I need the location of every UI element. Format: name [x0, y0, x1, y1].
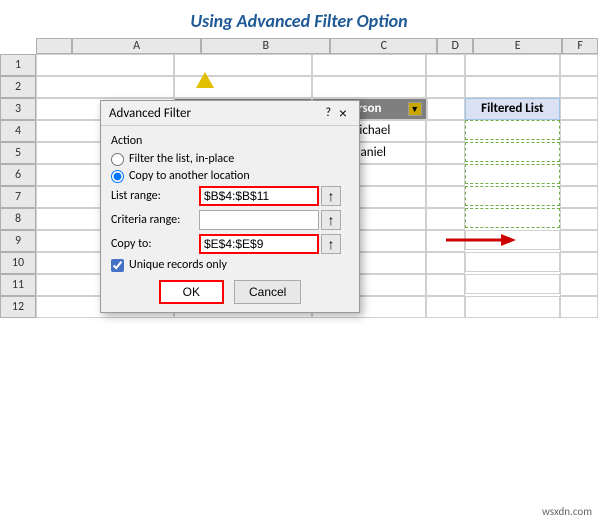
- row-num-4: 4: [0, 120, 36, 142]
- copy-to-label: Copy to:: [111, 237, 199, 251]
- cell-2e: [465, 76, 560, 98]
- cancel-button[interactable]: Cancel: [234, 280, 301, 304]
- list-range-label: List range:: [111, 189, 199, 203]
- col-header-empty: [36, 38, 72, 54]
- cell-10d: [426, 252, 464, 274]
- list-range-input[interactable]: [199, 186, 319, 206]
- list-range-row: List range: ↑: [111, 186, 349, 206]
- dialog-buttons: OK Cancel: [111, 280, 349, 304]
- row-num-2: 2: [0, 76, 36, 98]
- cell-5d: [426, 142, 464, 164]
- unique-records-checkbox[interactable]: [111, 259, 124, 272]
- cell-6e-filtered-empty: [465, 164, 560, 184]
- arrow-right-filtered: [446, 230, 516, 254]
- dialog-body: Action Filter the list, in-place Copy to…: [101, 126, 359, 312]
- cell-11e: [465, 274, 560, 294]
- cell-12d: [426, 296, 464, 318]
- criteria-range-picker[interactable]: ↑: [321, 210, 341, 230]
- radio-copy-location[interactable]: [111, 170, 124, 183]
- cell-6d: [426, 164, 464, 186]
- cell-5e-filtered-empty: [465, 142, 560, 162]
- cell-2d: [426, 76, 464, 98]
- cell-8e-filtered-empty: [465, 208, 560, 228]
- filter-arrow-salesperson[interactable]: ▼: [408, 102, 422, 116]
- cell-3e-filtered: Filtered List: [465, 98, 560, 120]
- col-header-b: B: [201, 38, 330, 54]
- unique-records-label: Unique records only: [129, 258, 227, 272]
- radio-filter-inplace[interactable]: [111, 153, 124, 166]
- radio-filter-inplace-label: Filter the list, in-place: [129, 152, 234, 166]
- cell-2b: [174, 76, 312, 98]
- col-headers: A B C D E F: [36, 38, 598, 54]
- row-num-3: 3: [0, 98, 36, 120]
- cell-1f: [560, 54, 598, 76]
- cell-11f: [560, 274, 598, 296]
- page-title: Using Advanced Filter Option: [0, 0, 598, 38]
- row-num-6: 6: [0, 164, 36, 186]
- copy-to-input[interactable]: [199, 234, 319, 254]
- cell-10e: [465, 252, 560, 272]
- ok-button[interactable]: OK: [159, 280, 224, 304]
- row-2: 2: [0, 76, 598, 98]
- radio-copy-label: Copy to another location: [129, 169, 250, 183]
- unique-records-row: Unique records only: [111, 258, 349, 272]
- close-button[interactable]: ×: [335, 105, 351, 121]
- row-num-7: 7: [0, 186, 36, 208]
- copy-to-row: Copy to: ↑: [111, 234, 349, 254]
- cell-8d: [426, 208, 464, 230]
- row-num-8: 8: [0, 208, 36, 230]
- cell-2f: [560, 76, 598, 98]
- arrow-up-product: [196, 72, 214, 88]
- cell-1b: [174, 54, 312, 76]
- col-header-e: E: [473, 38, 562, 54]
- cell-6f: [560, 164, 598, 186]
- cell-7e-filtered-empty: [465, 186, 560, 206]
- cell-4d: [426, 120, 464, 142]
- col-header-d: D: [437, 38, 473, 54]
- cell-9f: [560, 230, 598, 252]
- cell-3f: [560, 98, 598, 120]
- col-header-f: F: [562, 38, 598, 54]
- cell-1e: [465, 54, 560, 76]
- dialog-controls: ? ×: [325, 105, 351, 121]
- cell-5f: [560, 142, 598, 164]
- cell-1a: [36, 54, 174, 76]
- list-range-picker[interactable]: ↑: [321, 186, 341, 206]
- criteria-range-label: Criteria range:: [111, 213, 199, 227]
- row-num-12: 12: [0, 296, 36, 318]
- row-num-1: 1: [0, 54, 36, 76]
- cell-7d: [426, 186, 464, 208]
- cell-4e-filtered-empty: [465, 120, 560, 140]
- copy-to-picker[interactable]: ↑: [321, 234, 341, 254]
- cell-1c: [312, 54, 426, 76]
- cell-12e: [465, 296, 560, 318]
- cell-11d: [426, 274, 464, 296]
- criteria-range-input[interactable]: [199, 210, 319, 230]
- cell-3d: [427, 98, 465, 120]
- row-1: 1: [0, 54, 598, 76]
- cell-7f: [560, 186, 598, 208]
- cell-12f: [560, 296, 598, 318]
- radio-filter-inplace-row: Filter the list, in-place: [111, 152, 349, 166]
- radio-copy-row: Copy to another location: [111, 169, 349, 183]
- row-num-9: 9: [0, 230, 36, 252]
- help-button[interactable]: ?: [325, 106, 331, 120]
- criteria-range-row: Criteria range: ↑: [111, 210, 349, 230]
- row-num-5: 5: [0, 142, 36, 164]
- cell-1d: [426, 54, 464, 76]
- col-header-c: C: [330, 38, 437, 54]
- cell-4f: [560, 120, 598, 142]
- dialog-title: Advanced Filter: [109, 106, 191, 121]
- watermark: wsxdn.com: [542, 505, 592, 518]
- cell-10f: [560, 252, 598, 274]
- dialog-titlebar: Advanced Filter ? ×: [101, 101, 359, 126]
- col-header-a: A: [72, 38, 201, 54]
- row-num-11: 11: [0, 274, 36, 296]
- cell-2a: [36, 76, 174, 98]
- advanced-filter-dialog: Advanced Filter ? × Action Filter the li…: [100, 100, 360, 313]
- cell-8f: [560, 208, 598, 230]
- action-label: Action: [111, 134, 349, 148]
- cell-2c: [312, 76, 426, 98]
- row-num-10: 10: [0, 252, 36, 274]
